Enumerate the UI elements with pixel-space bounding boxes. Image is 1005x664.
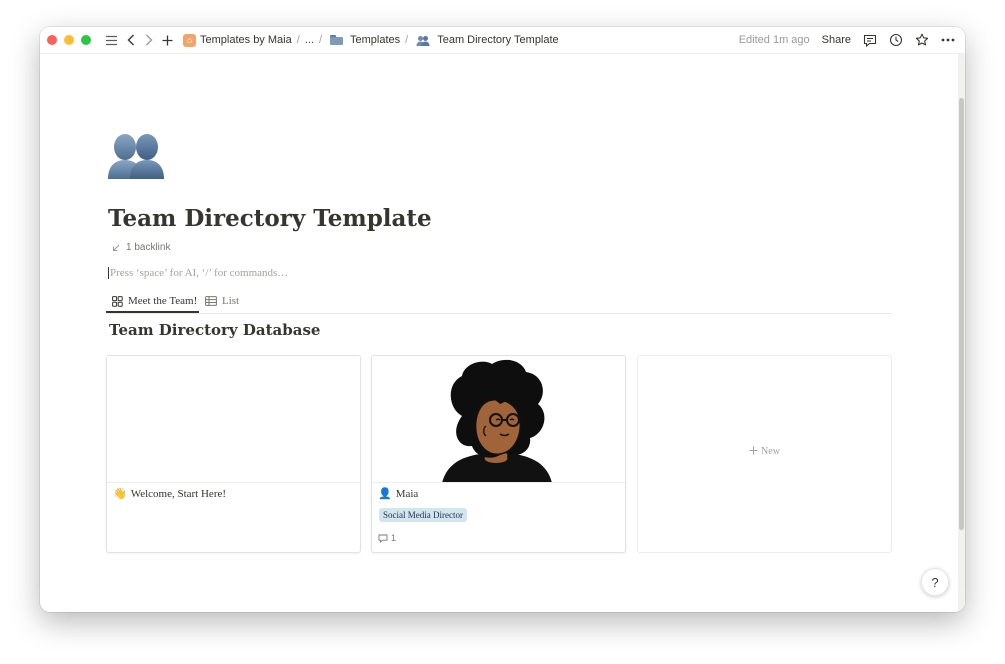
tab-meet-the-team[interactable]: Meet the Team! [112,291,197,311]
breadcrumb-item-templates[interactable]: Templates [330,34,400,46]
gallery-card-maia[interactable]: 👤 Maia Social Media Director 1 [371,355,626,553]
gallery-card-welcome[interactable]: 👋 Welcome, Start Here! [106,355,361,553]
comment-count[interactable]: 1 [378,533,396,543]
breadcrumb-item-templates-by-maia[interactable]: ⌂ Templates by Maia [183,33,292,47]
gallery-icon [112,295,123,307]
top-bar-actions: Edited 1m ago Share [739,33,955,47]
help-button[interactable]: ? [921,568,949,596]
table-icon [205,296,217,306]
close-window-button[interactable] [47,35,57,45]
waving-hand-icon: 👋 [113,488,127,500]
app-window: ⌂ Templates by Maia / ... / Templates / … [40,27,965,612]
sidebar-menu-icon[interactable] [105,35,118,46]
new-page-plus-icon[interactable] [162,35,173,46]
card-title: 👋 Welcome, Start Here! [113,487,227,501]
new-card-label: New [638,446,891,457]
forward-arrow-icon[interactable] [145,34,153,46]
page-title[interactable]: Team Directory Template [108,205,432,232]
breadcrumb: ⌂ Templates by Maia / ... / Templates / … [183,33,559,47]
share-button[interactable]: Share [822,34,851,46]
breadcrumb-item-ellipsis[interactable]: ... [305,34,314,46]
back-arrow-icon[interactable] [127,34,135,46]
comment-icon [378,534,388,543]
role-tag: Social Media Director [379,508,467,522]
card-cover-empty [107,356,360,483]
edited-status: Edited 1m ago [738,34,810,46]
active-tab-indicator [106,311,199,313]
history-clock-icon[interactable] [889,33,903,47]
maximize-window-button[interactable] [81,35,91,45]
busts-in-silhouette-icon [416,35,430,46]
more-options-icon[interactable] [941,38,955,42]
favorite-star-icon[interactable] [915,33,929,47]
page-body-placeholder[interactable]: Press ‘space’ for AI, ‘/’ for commands… [108,267,288,279]
card-cover-illustration [372,356,625,483]
database-title[interactable]: Team Directory Database [109,321,320,339]
scrollbar-track[interactable] [958,54,965,612]
page-icon-busts-in-silhouette[interactable] [108,131,166,181]
person-illustration-icon [442,359,552,482]
backlink-link[interactable]: 1 backlink [112,242,170,253]
top-bar: ⌂ Templates by Maia / ... / Templates / … [40,27,965,54]
gallery-new-card-button[interactable]: New [637,355,892,553]
folder-icon [330,35,344,45]
comment-icon[interactable] [863,34,877,47]
plus-icon [749,446,758,455]
window-controls [47,35,91,45]
tab-list[interactable]: List [205,291,239,311]
card-title: 👤 Maia [378,487,419,501]
house-icon: ⌂ [183,33,196,47]
bust-in-silhouette-icon: 👤 [378,488,392,500]
busts-in-silhouette-icon [108,134,164,179]
minimize-window-button[interactable] [64,35,74,45]
view-tabs: Meet the Team! List [108,289,892,314]
arrow-down-left-icon [113,244,120,251]
breadcrumb-item-team-directory[interactable]: Team Directory Template [416,34,559,46]
scrollbar-thumb[interactable] [959,98,964,530]
